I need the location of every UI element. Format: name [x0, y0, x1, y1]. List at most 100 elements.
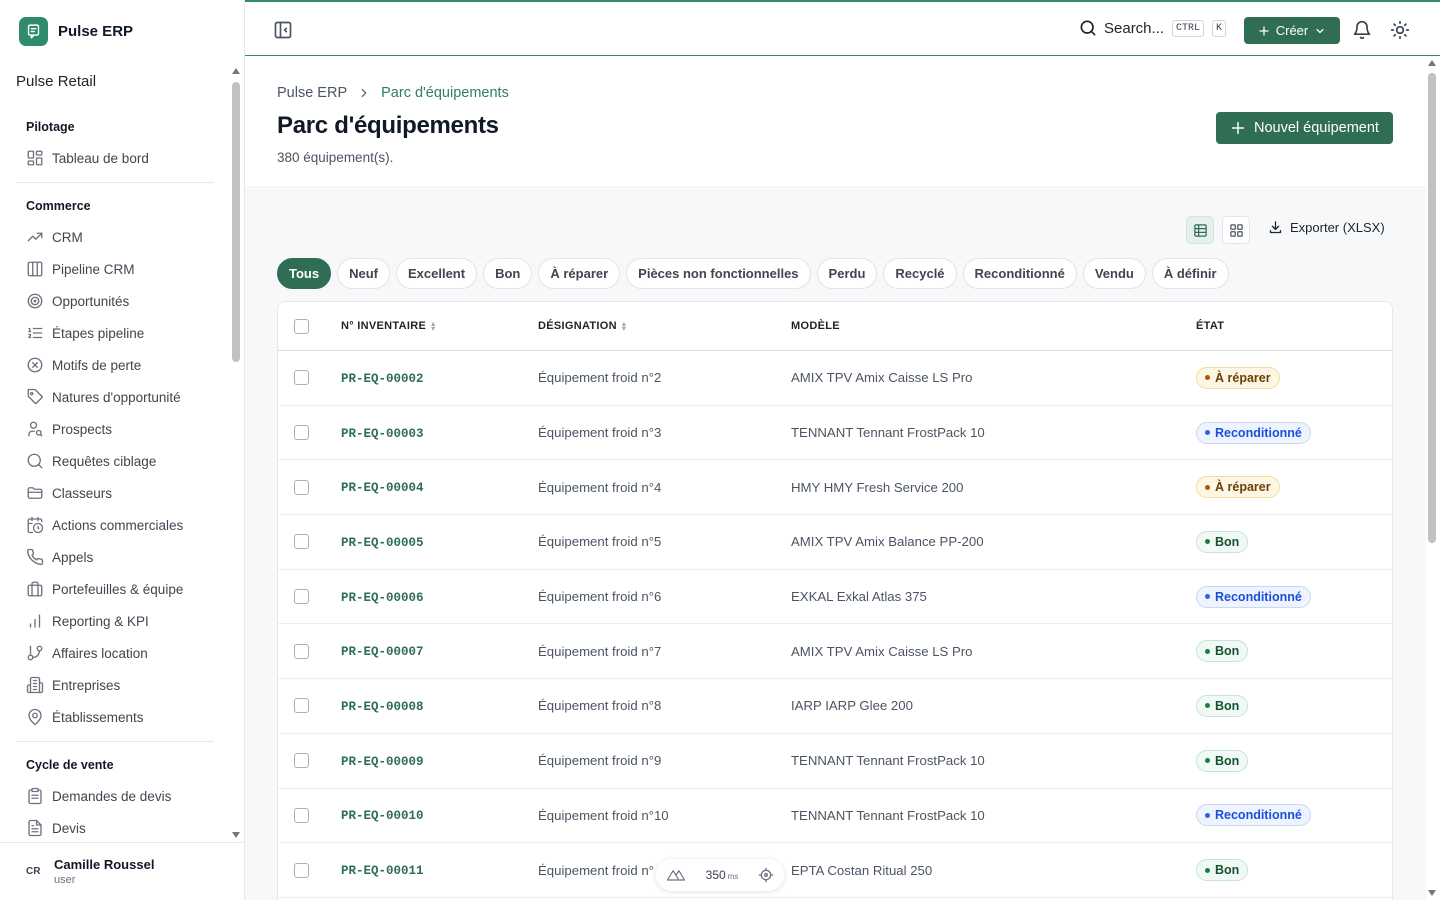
- breadcrumb-root[interactable]: Pulse ERP: [277, 85, 347, 101]
- table-view-button[interactable]: [1186, 216, 1214, 244]
- folder-icon: [26, 484, 44, 502]
- row-checkbox[interactable]: [294, 479, 309, 495]
- inventory-number-link[interactable]: PR-EQ-00007: [341, 645, 424, 659]
- inventory-number-link[interactable]: PR-EQ-00010: [341, 809, 424, 823]
- sidebar-item-requetes-ciblage[interactable]: Requêtes ciblage: [16, 445, 214, 477]
- table-row[interactable]: PR-EQ-00007 Équipement froid n°7 AMIX TPV …: [278, 624, 1392, 680]
- model-cell: EXKAL Exkal Atlas 375: [791, 589, 927, 605]
- table-row[interactable]: PR-EQ-00005 Équipement froid n°5 AMIX TPV …: [278, 515, 1392, 570]
- sidebar-scrollbar[interactable]: [231, 66, 241, 840]
- create-button[interactable]: Créer: [1244, 17, 1340, 44]
- inspect-target-icon[interactable]: [758, 867, 774, 883]
- grid-view-button[interactable]: [1222, 216, 1250, 244]
- sidebar-item-classeurs[interactable]: Classeurs: [16, 477, 214, 509]
- sidebar-item-affaires-location[interactable]: Affaires location: [16, 637, 214, 669]
- filter-chip[interactable]: Neuf: [337, 258, 390, 289]
- sidebar-item-devis[interactable]: Devis: [16, 812, 214, 840]
- table-row[interactable]: PR-EQ-00003 Équipement froid n°3 TENNANT T…: [278, 406, 1392, 461]
- nav-divider: [16, 741, 214, 742]
- shortcut-key: K: [1212, 19, 1227, 37]
- sidebar-item-portefeuilles-equipe[interactable]: Portefeuilles & équipe: [16, 573, 214, 605]
- sidebar-item-etapes-pipeline[interactable]: Étapes pipeline: [16, 317, 214, 349]
- row-checkbox[interactable]: [294, 753, 309, 769]
- row-checkbox[interactable]: [294, 534, 309, 550]
- table-row[interactable]: PR-EQ-00002 Équipement froid n°2 AMIX TPV …: [278, 351, 1392, 406]
- notification-bell-icon[interactable]: [1352, 20, 1372, 40]
- row-checkbox[interactable]: [294, 862, 309, 878]
- row-checkbox[interactable]: [294, 370, 309, 386]
- row-checkbox[interactable]: [294, 807, 309, 823]
- filter-chip[interactable]: Perdu: [816, 258, 878, 289]
- column-header-inventory[interactable]: N° INVENTAIRE ▴ ▾: [341, 320, 435, 333]
- table-row[interactable]: PR-EQ-00010 Équipement froid n°10 TENNANT …: [278, 789, 1392, 844]
- sidebar-item-entreprises[interactable]: Entreprises: [16, 669, 214, 701]
- breadcrumb-current[interactable]: Parc d'équipements: [381, 85, 509, 101]
- scroll-up-arrow[interactable]: [232, 68, 240, 74]
- column-header-designation[interactable]: DÉSIGNATION ▴ ▾: [538, 319, 627, 333]
- status-label: Reconditionné: [1215, 425, 1302, 440]
- table-row[interactable]: PR-EQ-00008 Équipement froid n°8 IARP IARP…: [278, 679, 1392, 734]
- brand[interactable]: Pulse ERP: [19, 17, 133, 46]
- row-checkbox[interactable]: [294, 643, 309, 659]
- filter-chip[interactable]: À définir: [1151, 258, 1229, 289]
- inventory-number-link[interactable]: PR-EQ-00005: [341, 536, 424, 550]
- sidebar-item-reporting-kpi[interactable]: Reporting & KPI: [16, 605, 214, 637]
- filter-chip[interactable]: Reconditionné: [962, 258, 1077, 289]
- theme-toggle-sun-icon[interactable]: [1390, 20, 1410, 40]
- scroll-thumb[interactable]: [232, 82, 240, 362]
- export-xlsx-button[interactable]: Exporter (XLSX): [1268, 220, 1385, 235]
- sidebar-item-appels[interactable]: Appels: [16, 541, 214, 573]
- filter-chip[interactable]: Tous: [277, 258, 332, 289]
- map-pin-icon: [26, 708, 44, 726]
- sidebar-item-opportunites[interactable]: Opportunités: [16, 285, 214, 317]
- main-scrollbar[interactable]: [1426, 56, 1440, 900]
- inventory-number-link[interactable]: PR-EQ-00011: [341, 864, 424, 878]
- filter-chip[interactable]: Recyclé: [883, 258, 957, 289]
- sidebar-item-prospects[interactable]: Prospects: [16, 413, 214, 445]
- table-row[interactable]: PR-EQ-00004 Équipement froid n°4 HMY HMY F…: [278, 460, 1392, 516]
- sidebar-item-natures-d-opportunite[interactable]: Natures d'opportunité: [16, 381, 214, 413]
- table-body: PR-EQ-00002 Équipement froid n°2 AMIX TPV …: [278, 351, 1392, 898]
- user-menu[interactable]: CR Camille Roussel user: [0, 842, 244, 900]
- sidebar-toggle-icon[interactable]: [273, 20, 293, 40]
- sidebar-item-tableau-de-bord[interactable]: Tableau de bord: [16, 142, 214, 174]
- row-checkbox[interactable]: [294, 589, 309, 605]
- scroll-down-arrow[interactable]: [232, 832, 240, 838]
- inventory-number-link[interactable]: PR-EQ-00006: [341, 591, 424, 605]
- sidebar-item-crm[interactable]: CRM: [16, 221, 214, 253]
- scroll-thumb[interactable]: [1428, 73, 1436, 543]
- sort-icon: ▴ ▾: [621, 319, 627, 333]
- select-all-checkbox[interactable]: [294, 318, 309, 334]
- inventory-number-link[interactable]: PR-EQ-00003: [341, 427, 424, 441]
- nuxt-devtools-icon[interactable]: [666, 868, 686, 882]
- nav-section-title: Commerce: [26, 199, 91, 213]
- inventory-number-link[interactable]: PR-EQ-00008: [341, 700, 424, 714]
- filter-chip[interactable]: Vendu: [1082, 258, 1146, 289]
- filter-chip[interactable]: Excellent: [395, 258, 478, 289]
- status-badge: Reconditionné: [1196, 421, 1311, 444]
- sidebar-item-label: Demandes de devis: [52, 788, 172, 804]
- search-button[interactable]: Search... CTRL K: [1078, 18, 1227, 38]
- inventory-number-link[interactable]: PR-EQ-00004: [341, 481, 424, 495]
- sidebar-item-actions-commerciales[interactable]: Actions commerciales: [16, 509, 214, 541]
- inventory-number-link[interactable]: PR-EQ-00002: [341, 372, 424, 386]
- filter-chip[interactable]: Bon: [483, 258, 533, 289]
- table-row[interactable]: PR-EQ-00006 Équipement froid n°6 EXKAL Exk…: [278, 570, 1392, 625]
- row-checkbox[interactable]: [294, 698, 309, 714]
- filter-chip[interactable]: Pièces non fonctionnelles: [626, 258, 811, 289]
- sidebar-item-pipeline-crm[interactable]: Pipeline CRM: [16, 253, 214, 285]
- table-row[interactable]: PR-EQ-00011 Équipement froid n° EPTA Costa…: [278, 843, 1392, 898]
- sidebar-item-demandes-de-devis[interactable]: Demandes de devis: [16, 780, 214, 812]
- filter-chip[interactable]: À réparer: [538, 258, 621, 289]
- new-equipment-button[interactable]: Nouvel équipement: [1216, 112, 1393, 144]
- row-checkbox[interactable]: [294, 425, 309, 441]
- workspace-name[interactable]: Pulse Retail: [16, 73, 96, 90]
- inventory-number-link[interactable]: PR-EQ-00009: [341, 755, 424, 769]
- page-header: Pulse ERP Parc d'équipements Parc d'équi…: [245, 56, 1426, 188]
- sidebar-item-etablissements[interactable]: Établissements: [16, 701, 214, 733]
- user-role: user: [54, 874, 76, 886]
- scroll-up-arrow[interactable]: [1428, 60, 1436, 66]
- scroll-down-arrow[interactable]: [1428, 890, 1436, 896]
- sidebar-item-motifs-de-perte[interactable]: Motifs de perte: [16, 349, 214, 381]
- table-row[interactable]: PR-EQ-00009 Équipement froid n°9 TENNANT T…: [278, 734, 1392, 789]
